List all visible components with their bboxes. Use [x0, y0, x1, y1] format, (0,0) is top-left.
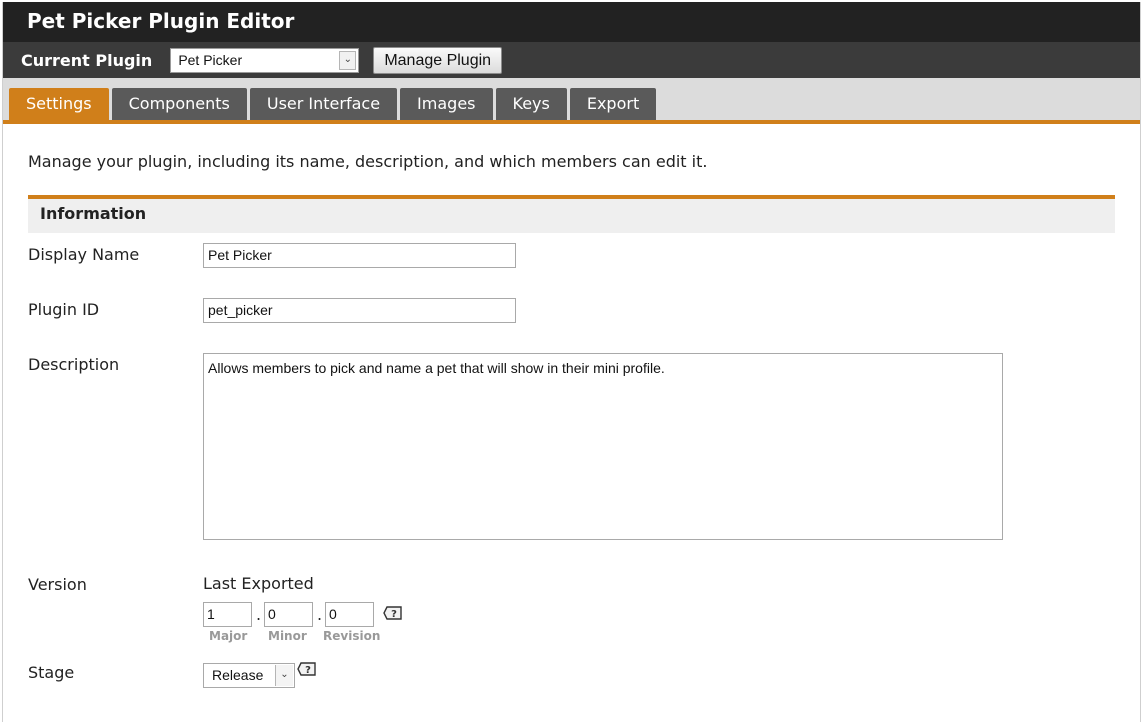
description-row: Description Allows members to pick and n… — [28, 343, 1140, 561]
tab-export[interactable]: Export — [569, 88, 657, 120]
display-name-row: Display Name Pet Picker — [28, 233, 1140, 288]
display-name-label: Display Name — [28, 245, 140, 264]
minor-label: Minor — [268, 629, 307, 643]
last-exported-label: Last Exported — [203, 574, 314, 593]
section-title: Information — [28, 195, 1115, 233]
version-separator: . — [256, 605, 262, 624]
display-name-input[interactable]: Pet Picker — [203, 243, 516, 268]
version-row: Version Last Exported 1 . 0 . 0 ? Major … — [28, 561, 1140, 663]
current-plugin-select[interactable]: Pet Picker ⌄ — [170, 47, 360, 73]
tab-bar: Settings Components User Interface Image… — [3, 78, 1140, 124]
current-plugin-label: Current Plugin — [21, 50, 153, 70]
stage-select[interactable]: Release ⌄ — [203, 663, 295, 688]
tab-settings[interactable]: Settings — [9, 88, 109, 120]
version-label: Version — [28, 575, 87, 594]
svg-text:?: ? — [305, 665, 311, 676]
settings-panel: Manage your plugin, including its name, … — [3, 152, 1140, 713]
help-icon[interactable]: ? — [297, 661, 317, 677]
current-plugin-value: Pet Picker — [178, 51, 243, 68]
major-label: Major — [209, 629, 248, 643]
plugin-id-label: Plugin ID — [28, 300, 100, 319]
tab-user-interface[interactable]: User Interface — [249, 88, 398, 120]
tab-components[interactable]: Components — [111, 88, 247, 120]
description-label: Description — [28, 355, 120, 374]
version-revision-input[interactable]: 0 — [325, 602, 374, 627]
stage-row: Stage Release ⌄ ? — [28, 661, 1140, 713]
plugin-bar: Current Plugin Pet Picker ⌄ Manage Plugi… — [3, 42, 1140, 78]
version-major-input[interactable]: 1 — [203, 602, 252, 627]
plugin-id-input[interactable]: pet_picker — [203, 298, 516, 323]
svg-text:?: ? — [391, 609, 397, 620]
plugin-id-row: Plugin ID pet_picker — [28, 288, 1140, 343]
chevron-down-icon[interactable]: ⌄ — [275, 665, 293, 686]
tab-keys[interactable]: Keys — [495, 88, 567, 120]
plugin-editor-window: Pet Picker Plugin Editor Current Plugin … — [2, 2, 1141, 722]
stage-label: Stage — [28, 663, 75, 682]
intro-text: Manage your plugin, including its name, … — [28, 152, 708, 171]
version-separator: . — [317, 605, 323, 624]
tab-images[interactable]: Images — [400, 88, 493, 120]
revision-label: Revision — [323, 629, 381, 643]
help-icon[interactable]: ? — [383, 605, 403, 621]
stage-value: Release — [212, 667, 264, 683]
chevron-down-icon[interactable]: ⌄ — [339, 50, 357, 70]
description-textarea[interactable]: Allows members to pick and name a pet th… — [203, 353, 1003, 540]
window-title: Pet Picker Plugin Editor — [3, 2, 1140, 42]
manage-plugin-button[interactable]: Manage Plugin — [373, 46, 503, 74]
version-minor-input[interactable]: 0 — [264, 602, 313, 627]
